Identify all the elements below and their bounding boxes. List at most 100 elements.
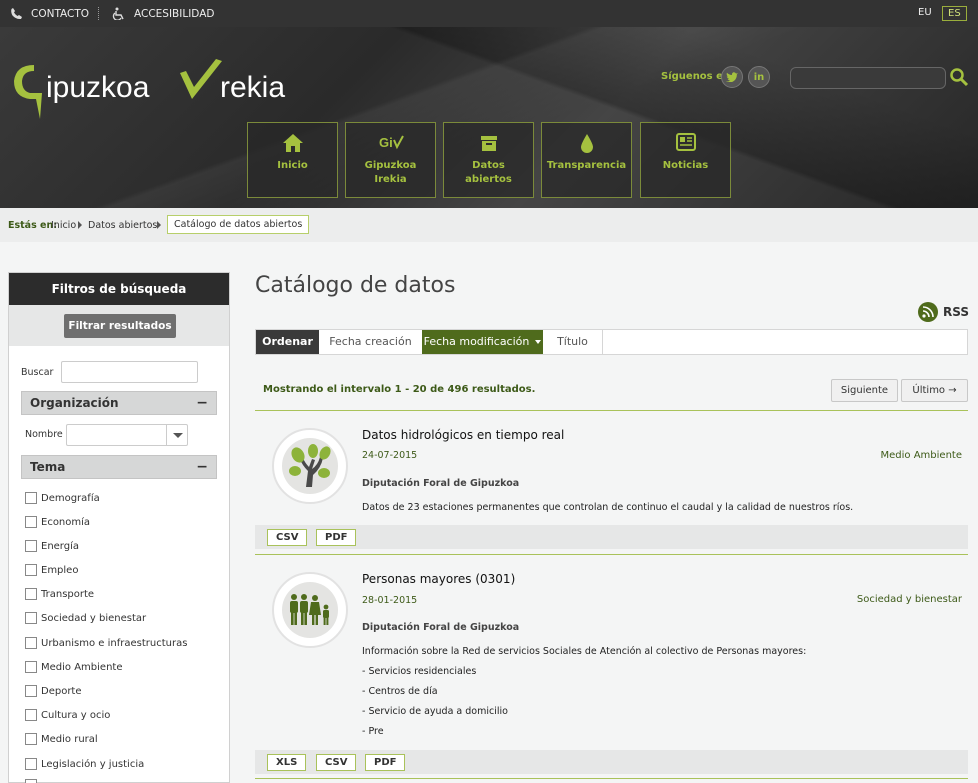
checkbox[interactable] bbox=[25, 588, 37, 600]
checkbox[interactable] bbox=[25, 637, 37, 649]
nav-label: Datos abiertos bbox=[465, 160, 512, 185]
home-icon bbox=[282, 134, 303, 152]
rss-label: RSS bbox=[943, 305, 969, 319]
topic-checkbox[interactable]: Sociedad y bienestar bbox=[25, 612, 146, 624]
topic-checkbox[interactable]: Economía bbox=[25, 516, 90, 528]
lang-eu[interactable]: EU bbox=[918, 7, 932, 18]
topic-checkbox[interactable]: Legislación y justicia bbox=[25, 758, 144, 770]
topic-checkbox[interactable]: Cultura y ocio bbox=[25, 709, 110, 721]
dataset-category[interactable]: Sociedad y bienestar bbox=[857, 594, 962, 605]
checkbox[interactable] bbox=[25, 685, 37, 697]
caret-down-icon bbox=[535, 340, 542, 344]
filter-results-button[interactable]: Filtrar resultados bbox=[64, 314, 176, 338]
topic-checkbox[interactable]: Urbanismo e infraestructuras bbox=[25, 637, 187, 649]
dataset-category[interactable]: Medio Ambiente bbox=[881, 450, 962, 461]
site-header: ipuzkoa rekia Síguenos en in Inicio Gi G… bbox=[0, 27, 978, 208]
format-csv-button[interactable]: CSV bbox=[267, 529, 308, 546]
checkbox[interactable] bbox=[25, 492, 37, 504]
organization-section-header[interactable]: Organización − bbox=[21, 391, 217, 415]
dataset-title[interactable]: Personas mayores (0301) bbox=[362, 572, 515, 586]
dataset-description-line: - Servicio de ayuda a domicilio bbox=[362, 706, 508, 717]
news-icon bbox=[675, 133, 696, 151]
breadcrumb-datos-abiertos[interactable]: Datos abiertos bbox=[88, 220, 157, 231]
accessibility-label: ACCESIBILIDAD bbox=[134, 7, 215, 20]
sort-created-button[interactable]: Fecha creación bbox=[319, 330, 422, 354]
people-icon bbox=[290, 594, 329, 625]
topic-checkbox[interactable]: Demografía bbox=[25, 492, 100, 504]
header-search-input[interactable] bbox=[790, 67, 946, 89]
checkbox[interactable] bbox=[25, 709, 37, 721]
topic-checkbox[interactable] bbox=[25, 779, 37, 783]
drop-icon bbox=[580, 134, 593, 153]
format-csv-button[interactable]: CSV bbox=[316, 754, 357, 771]
svg-text:Gi: Gi bbox=[379, 135, 393, 150]
rss-icon bbox=[918, 302, 938, 322]
lang-es[interactable]: ES bbox=[942, 6, 967, 21]
format-bar: CSV PDF bbox=[255, 525, 968, 549]
next-button[interactable]: Siguiente bbox=[831, 379, 898, 402]
divider bbox=[255, 778, 968, 779]
checkbox[interactable] bbox=[25, 516, 37, 528]
accessibility-link[interactable]: ACCESIBILIDAD bbox=[112, 7, 214, 20]
topic-section-header[interactable]: Tema − bbox=[21, 455, 217, 479]
topic-label: Medio rural bbox=[41, 733, 98, 745]
checkbox[interactable] bbox=[25, 779, 37, 783]
nav-transparencia[interactable]: Transparencia bbox=[541, 122, 632, 198]
contact-label: CONTACTO bbox=[31, 7, 90, 20]
topic-checkbox[interactable]: Medio rural bbox=[25, 733, 98, 745]
collapse-icon[interactable]: − bbox=[196, 392, 208, 414]
topic-label: Sociedad y bienestar bbox=[41, 612, 147, 624]
gipuzkoa-irekia-logo[interactable]: ipuzkoa rekia bbox=[8, 45, 298, 125]
topic-label: Urbanismo e infraestructuras bbox=[41, 637, 188, 649]
nav-datos-abiertos[interactable]: Datos abiertos bbox=[443, 122, 534, 198]
open-data-icon bbox=[480, 136, 497, 151]
sort-title-button[interactable]: Título bbox=[543, 330, 603, 354]
dataset-title[interactable]: Datos hidrológicos en tiempo real bbox=[362, 428, 564, 442]
dataset-organization: Diputación Foral de Gipuzkoa bbox=[362, 622, 520, 633]
checkbox[interactable] bbox=[25, 733, 37, 745]
checkbox[interactable] bbox=[25, 758, 37, 770]
topic-checkbox[interactable]: Energía bbox=[25, 540, 79, 552]
rss-link[interactable]: RSS bbox=[918, 302, 969, 322]
sort-label: Ordenar bbox=[256, 330, 319, 354]
phone-icon bbox=[11, 8, 22, 20]
topic-checkbox[interactable]: Transporte bbox=[25, 588, 94, 600]
checkbox[interactable] bbox=[25, 661, 37, 673]
page-title: Catálogo de datos bbox=[255, 273, 456, 298]
contact-link[interactable]: CONTACTO bbox=[10, 7, 89, 20]
dataset-description-line: - Pre bbox=[362, 726, 384, 737]
format-xls-button[interactable]: XLS bbox=[267, 754, 307, 771]
checkbox[interactable] bbox=[25, 564, 37, 576]
search-field[interactable] bbox=[61, 361, 198, 383]
topic-label: Deporte bbox=[41, 685, 82, 697]
topic-checkbox[interactable]: Empleo bbox=[25, 564, 78, 576]
collapse-icon[interactable]: − bbox=[196, 456, 208, 478]
checkbox[interactable] bbox=[25, 612, 37, 624]
filters-title: Filtros de búsqueda bbox=[9, 273, 229, 305]
format-pdf-button[interactable]: PDF bbox=[365, 754, 406, 771]
twitter-icon[interactable] bbox=[721, 66, 743, 88]
linkedin-icon[interactable]: in bbox=[748, 66, 770, 88]
chevron-right-icon bbox=[157, 221, 161, 229]
topic-checkbox[interactable]: Medio Ambiente bbox=[25, 661, 122, 673]
search-label: Buscar bbox=[21, 367, 54, 378]
last-button[interactable]: Último → bbox=[901, 379, 968, 402]
chevron-down-icon[interactable] bbox=[166, 425, 188, 445]
nav-inicio[interactable]: Inicio bbox=[247, 122, 338, 198]
dataset-thumbnail[interactable] bbox=[272, 572, 348, 648]
checkbox[interactable] bbox=[25, 540, 37, 552]
topic-checkbox[interactable]: Deporte bbox=[25, 685, 82, 697]
search-icon[interactable] bbox=[949, 67, 969, 87]
nav-label: Inicio bbox=[277, 160, 308, 171]
nav-gipuzkoa-irekia[interactable]: Gi Gipuzkoa Irekia bbox=[345, 122, 436, 198]
organization-heading: Organización bbox=[30, 396, 119, 410]
topic-label: Empleo bbox=[41, 564, 79, 576]
dataset-organization: Diputación Foral de Gipuzkoa bbox=[362, 478, 520, 489]
svg-text:ipuzkoa: ipuzkoa bbox=[46, 71, 150, 104]
nav-noticias[interactable]: Noticias bbox=[640, 122, 731, 198]
dataset-thumbnail[interactable] bbox=[272, 428, 348, 504]
dataset-date: 28-01-2015 bbox=[362, 595, 418, 606]
breadcrumb-inicio[interactable]: Inicio bbox=[51, 220, 76, 231]
format-pdf-button[interactable]: PDF bbox=[316, 529, 357, 546]
sort-modified-button[interactable]: Fecha modificación bbox=[422, 330, 543, 354]
